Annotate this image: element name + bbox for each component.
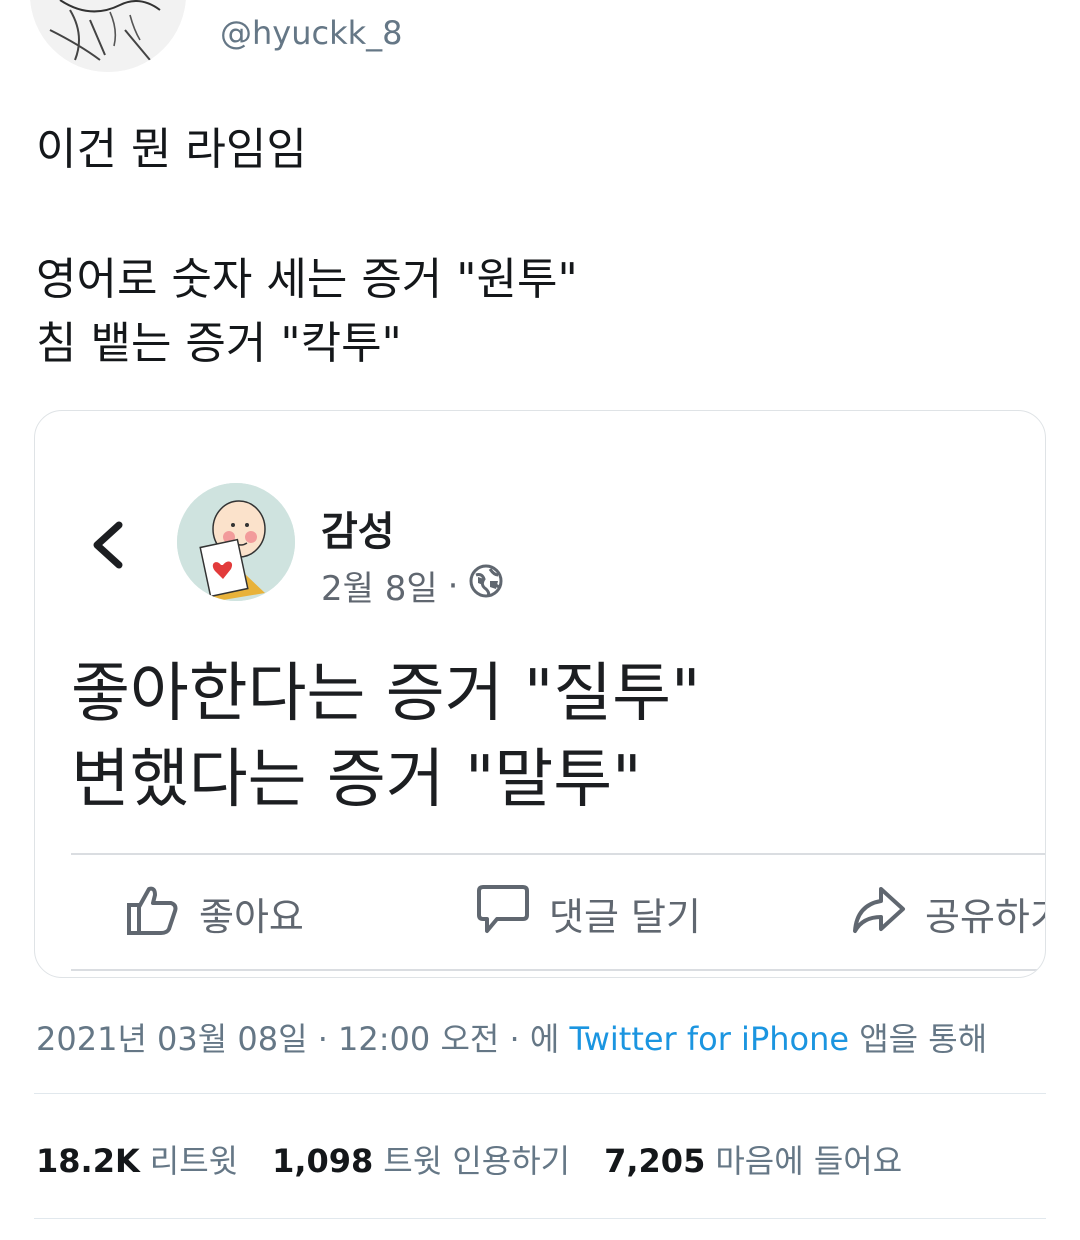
retweets-label[interactable]: 리트윗 xyxy=(150,1142,238,1180)
comment-bubble-icon xyxy=(475,881,531,946)
quotes-count[interactable]: 1,098 xyxy=(272,1142,373,1180)
share-label: 공유하기 xyxy=(925,895,1045,939)
thumbs-up-icon xyxy=(125,881,181,946)
divider xyxy=(71,853,1045,855)
globe-icon xyxy=(468,563,504,608)
divider xyxy=(34,1218,1046,1219)
post-date-row: 2월 8일 · xyxy=(321,561,504,610)
tweet-text: 이건 뭔 라임임 영어로 숫자 세는 증거 "원투" 침 뱉는 증거 "칵투" xyxy=(36,118,578,376)
tweet-line: 이건 뭔 라임임 xyxy=(36,124,307,175)
back-chevron-icon xyxy=(87,519,127,575)
tweet-line: 영어로 숫자 세는 증거 "원투" xyxy=(36,254,578,305)
likes-label[interactable]: 마음에 들어요 xyxy=(715,1142,902,1180)
timestamp-suffix: 앱을 통해 xyxy=(849,1020,988,1058)
page-name: 감성 xyxy=(321,509,395,555)
post-date: 2월 8일 xyxy=(321,569,438,609)
tweet-metadata: 2021년 03월 08일 · 12:00 오전 · 에 Twitter for… xyxy=(36,1014,987,1060)
post-line: 좋아한다는 증거 "질투" xyxy=(71,657,701,731)
post-line: 변했다는 증거 "말투" xyxy=(71,743,642,817)
comment-label: 댓글 달기 xyxy=(549,895,701,939)
user-handle[interactable]: @hyuckk_8 xyxy=(220,14,403,52)
like-action[interactable]: 좋아요 xyxy=(125,881,304,946)
comment-action[interactable]: 댓글 달기 xyxy=(475,881,701,946)
likes-count[interactable]: 7,205 xyxy=(604,1142,705,1180)
post-actions: 좋아요 댓글 달기 공유하기 xyxy=(35,881,1045,951)
retweets-count[interactable]: 18.2K xyxy=(36,1142,140,1180)
date-separator: · xyxy=(447,565,459,606)
like-label: 좋아요 xyxy=(199,895,304,939)
source-app-link[interactable]: Twitter for iPhone xyxy=(569,1020,849,1058)
divider xyxy=(34,1093,1046,1094)
share-action[interactable]: 공유하기 xyxy=(851,881,1045,946)
user-avatar[interactable] xyxy=(30,0,186,72)
share-arrow-icon xyxy=(851,881,907,946)
page-avatar xyxy=(177,483,295,601)
attached-image-card[interactable]: 감성 2월 8일 · 좋아한다는 증거 "질투" 변했다는 증거 "말투" 좋아… xyxy=(34,410,1046,978)
divider xyxy=(71,969,1045,971)
post-text: 좋아한다는 증거 "질투" 변했다는 증거 "말투" xyxy=(71,651,700,823)
quotes-label[interactable]: 트윗 인용하기 xyxy=(383,1142,570,1180)
tweet-line: 침 뱉는 증거 "칵투" xyxy=(36,318,402,369)
engagement-stats: 18.2K 리트윗 1,098 트윗 인용하기 7,205 마음에 들어요 xyxy=(36,1136,936,1182)
timestamp: 2021년 03월 08일 · 12:00 오전 · 에 xyxy=(36,1020,570,1058)
